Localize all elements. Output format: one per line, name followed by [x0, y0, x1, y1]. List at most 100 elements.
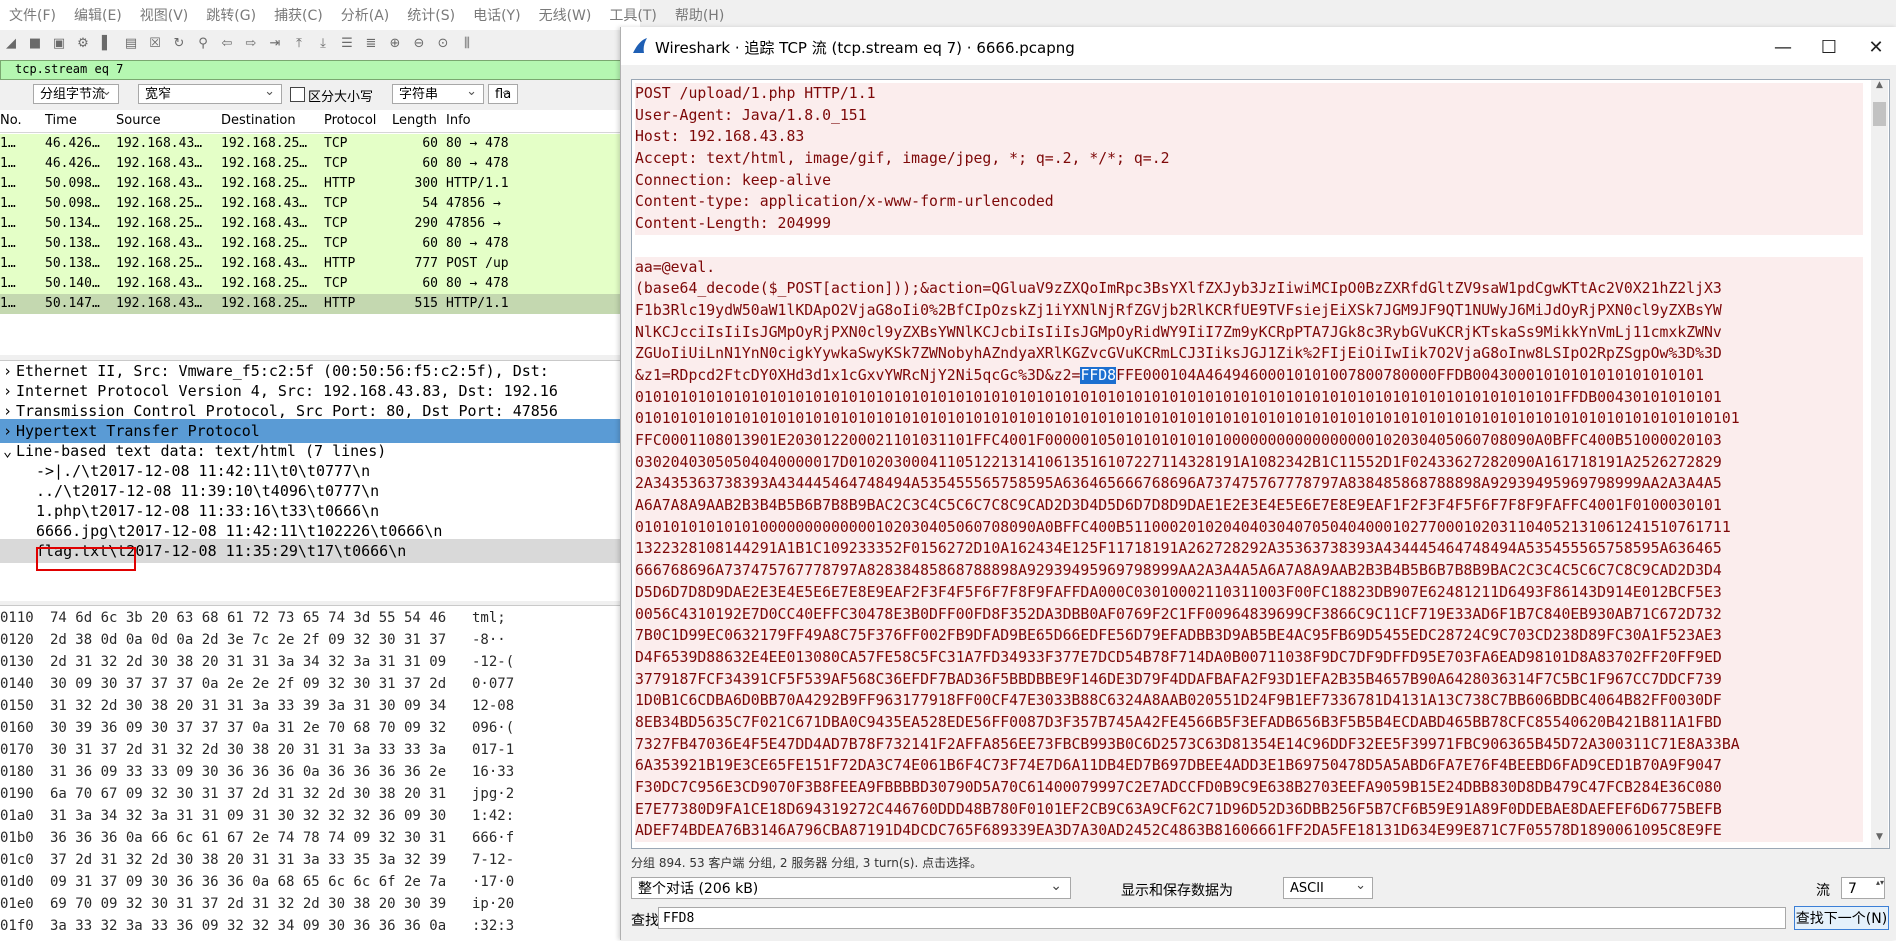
stream-number-spinner[interactable]: 7	[1841, 877, 1885, 899]
packet-cell-len: 515	[414, 296, 438, 311]
display-filter-bar[interactable]: tcp.stream eq 7	[0, 60, 632, 80]
stream-text[interactable]: POST /upload/1.php HTTP/1.1 User-Agent: J…	[635, 83, 1863, 843]
menu-wireless[interactable]: 无线(W)	[530, 5, 601, 25]
hex-row[interactable]: 01b0 36 36 36 0a 66 6c 61 67 2e 74 78 74 …	[0, 828, 630, 850]
find-packet-icon[interactable]: ⚲	[194, 34, 212, 52]
stop-icon[interactable]: ■	[26, 34, 44, 52]
packet-cell-info: 47856 →	[446, 216, 501, 231]
last-packet-icon[interactable]: ⤓	[314, 34, 332, 52]
hex-row[interactable]: 01a0 31 3a 34 32 3a 31 31 09 31 30 32 32 …	[0, 806, 630, 828]
first-packet-icon[interactable]: ⤒	[290, 34, 308, 52]
packet-cell-len: 60	[422, 156, 438, 171]
menu-help[interactable]: 帮助(H)	[666, 5, 733, 25]
close-icon[interactable]: ✕	[1856, 33, 1896, 61]
packet-row[interactable]: 1… 46.426… 192.168.43… 192.168.25… TCP 60 80 →…	[0, 154, 630, 174]
zoom-in-icon[interactable]: ⊕	[386, 34, 404, 52]
col-source[interactable]: Source	[116, 113, 161, 128]
fin-icon[interactable]: ◢	[2, 34, 20, 52]
search-type-combo[interactable]: 字符串	[392, 82, 484, 104]
char-width-combo[interactable]: 宽窄	[138, 82, 282, 104]
packet-row[interactable]: 1… 50.134… 192.168.25… 192.168.43… TCP 290 478…	[0, 214, 630, 234]
col-no[interactable]: No.	[0, 113, 22, 128]
colorize-icon[interactable]: ≣	[362, 34, 380, 52]
stream-line: Connection: keep-alive	[635, 169, 1863, 192]
main-toolbar: ◢ ■ ▣ ⚙ ▌ ▤ ☒ ↻ ⚲ ⇦ ⇨ ⇥ ⤒ ⤓ ☰ ≣ ⊕ ⊖ ⊙ ⫼	[0, 30, 642, 56]
col-info[interactable]: Info	[446, 113, 471, 128]
col-protocol[interactable]: Protocol	[324, 113, 376, 128]
menu-view[interactable]: 视图(V)	[131, 5, 198, 25]
hex-hex: 31 32 2d 30 38 20 31 31 3a 33 39 3a 31 3…	[50, 698, 447, 714]
menu-file[interactable]: 文件(F)	[0, 5, 65, 25]
menu-statistics[interactable]: 统计(S)	[398, 5, 464, 25]
packet-list-header: No. Time Source Destination Protocol Len…	[0, 110, 630, 133]
stream-number-label: 流	[1816, 883, 1830, 899]
open-file-icon[interactable]: ▌	[98, 34, 116, 52]
col-length[interactable]: Length	[392, 113, 437, 128]
conversation-combo[interactable]: 整个对话 (206 kB)	[631, 875, 1071, 899]
hex-row[interactable]: 0130 2d 31 32 2d 30 38 20 31 31 3a 34 32 …	[0, 652, 630, 674]
packet-row[interactable]: 1… 50.138… 192.168.25… 192.168.43… HTTP 777 PO…	[0, 254, 630, 274]
forward-arrow-icon[interactable]: ⇨	[242, 34, 260, 52]
hex-asc: ip·20	[472, 896, 515, 912]
hex-row[interactable]: 0180 31 36 09 33 33 09 30 36 36 36 0a 36 …	[0, 762, 630, 784]
hex-row[interactable]: 0190 6a 70 67 09 32 30 31 37 2d 31 32 2d …	[0, 784, 630, 806]
hex-row[interactable]: 0150 31 32 2d 30 38 20 31 31 3a 33 39 3a …	[0, 696, 630, 718]
menu-telephony[interactable]: 电话(Y)	[464, 5, 529, 25]
restart-icon[interactable]: ▣	[50, 34, 68, 52]
col-time[interactable]: Time	[45, 113, 77, 128]
options-gear-icon[interactable]: ⚙	[74, 34, 92, 52]
hex-row[interactable]: 01e0 69 70 09 32 30 31 37 2d 31 32 2d 30 …	[0, 894, 630, 916]
scroll-thumb[interactable]	[1873, 102, 1886, 126]
col-destination[interactable]: Destination	[221, 113, 296, 128]
hex-row[interactable]: 0120 2d 38 0d 0a 0d 0a 2d 3e 7c 2e 2f 09 …	[0, 630, 630, 652]
search-text-input[interactable]: fla	[488, 82, 518, 104]
maximize-icon[interactable]: ☐	[1809, 33, 1849, 61]
hex-row[interactable]: 01d0 09 31 37 09 30 36 36 36 0a 68 65 6c …	[0, 872, 630, 894]
close-file-icon[interactable]: ☒	[146, 34, 164, 52]
packet-cell-src: 192.168.43…	[116, 276, 203, 291]
zoom-reset-icon[interactable]: ⊙	[434, 34, 452, 52]
save-file-icon[interactable]: ▤	[122, 34, 140, 52]
find-input[interactable]: FFD8	[658, 907, 1786, 929]
hex-hex: 3a 33 32 3a 33 36 09 32 32 34 09 30 36 3…	[50, 918, 447, 934]
resize-columns-icon[interactable]: ⫼	[458, 34, 476, 52]
hex-hex: 74 6d 6c 3b 20 63 68 61 72 73 65 74 3d 5…	[50, 610, 447, 626]
hex-asc: tml;	[472, 610, 506, 626]
menu-tools[interactable]: 工具(T)	[600, 5, 665, 25]
autoscroll-icon[interactable]: ☰	[338, 34, 356, 52]
search-in-combo[interactable]: 分组字节流	[33, 82, 119, 104]
minimize-icon[interactable]: —	[1763, 33, 1803, 61]
menu-analyze[interactable]: 分析(A)	[332, 5, 399, 25]
packet-row[interactable]: 1… 50.138… 192.168.43… 192.168.25… TCP 60 80 →…	[0, 234, 630, 254]
menu-edit[interactable]: 编辑(E)	[65, 5, 131, 25]
scroll-up-icon[interactable]: ▲	[1871, 80, 1888, 96]
hex-row[interactable]: 0110 74 6d 6c 3b 20 63 68 61 72 73 65 74 …	[0, 608, 630, 630]
stream-content[interactable]: POST /upload/1.php HTTP/1.1 User-Agent: J…	[631, 79, 1890, 849]
dialog-titlebar[interactable]: Wireshark · 追踪 TCP 流 (tcp.stream eq 7) ·…	[621, 27, 1896, 65]
case-sensitive-checkbox[interactable]	[290, 87, 305, 102]
hex-row[interactable]: 0160 30 39 36 09 30 37 37 37 0a 31 2e 70 …	[0, 718, 630, 740]
packet-row[interactable]: 1… 50.098… 192.168.43… 192.168.25… HTTP 300 HT…	[0, 174, 630, 194]
hex-row[interactable]: 0170 30 31 37 2d 31 32 2d 30 38 20 31 31 …	[0, 740, 630, 762]
hex-row[interactable]: 01f0 3a 33 32 3a 33 36 09 32 32 34 09 30 …	[0, 916, 630, 938]
hex-asc: -8··	[472, 632, 506, 648]
packet-row[interactable]: 1… 50.147… 192.168.43… 192.168.25… HTTP 515 HT…	[0, 294, 630, 314]
stream-line: 2A3435363738393A434445464748494A53545556…	[635, 473, 1863, 496]
packet-row[interactable]: 1… 50.098… 192.168.25… 192.168.43… TCP 54 4785…	[0, 194, 630, 214]
scroll-down-icon[interactable]: ▼	[1871, 832, 1888, 848]
hex-row[interactable]: 0140 30 09 30 37 37 37 0a 2e 2e 2f 09 32 …	[0, 674, 630, 696]
menu-go[interactable]: 跳转(G)	[197, 5, 265, 25]
stream-scrollbar[interactable]: ▲ ▼	[1871, 80, 1888, 848]
go-to-packet-icon[interactable]: ⇥	[266, 34, 284, 52]
encoding-combo[interactable]: ASCII	[1283, 875, 1373, 899]
find-next-button[interactable]: 查找下一个(N)	[1794, 906, 1889, 930]
menu-capture[interactable]: 捕获(C)	[265, 5, 332, 25]
reload-icon[interactable]: ↻	[170, 34, 188, 52]
stream-line: 6A353921B19E3CE65FE151F72DA3C74E061B6F4C…	[635, 755, 1863, 777]
zoom-out-icon[interactable]: ⊖	[410, 34, 428, 52]
hex-row[interactable]: 01c0 37 2d 31 32 2d 30 38 20 31 31 3a 33 …	[0, 850, 630, 872]
back-arrow-icon[interactable]: ⇦	[218, 34, 236, 52]
packet-row[interactable]: 1… 46.426… 192.168.43… 192.168.25… TCP 60 80 →…	[0, 134, 630, 154]
packet-row[interactable]: 1… 50.140… 192.168.43… 192.168.25… TCP 60 80 →…	[0, 274, 630, 294]
hex-off: 01a0	[0, 808, 34, 824]
